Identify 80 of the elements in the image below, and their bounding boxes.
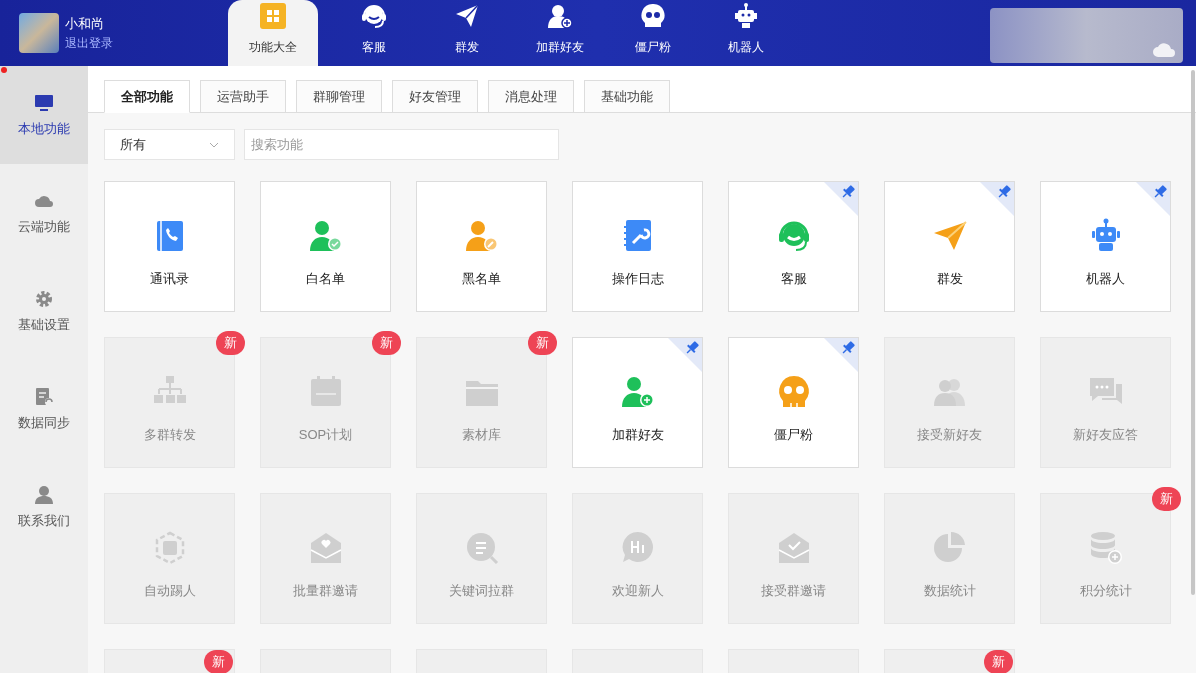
nav-tab[interactable]: 机器人	[699, 0, 792, 66]
card-label: 机器人	[1086, 270, 1125, 288]
feature-card[interactable]: 新	[104, 649, 235, 673]
feature-card[interactable]: 通讯录	[104, 181, 235, 312]
scrollbar[interactable]	[1191, 70, 1195, 595]
card-label: 积分统计	[1079, 582, 1132, 600]
avatar-photo[interactable]	[19, 13, 59, 53]
tab[interactable]: 消息处理	[488, 80, 574, 113]
user-check-icon	[307, 218, 344, 254]
pin-icon[interactable]	[668, 338, 702, 372]
card-label: 接受群邀请	[761, 582, 826, 600]
sidebar-item[interactable]: 基础设置	[0, 262, 88, 360]
logout-link[interactable]: 退出登录	[65, 34, 113, 51]
tab[interactable]: 基础功能	[584, 80, 670, 113]
category-select[interactable]: 所有	[104, 129, 235, 160]
nav-tab[interactable]: 客服	[327, 0, 420, 66]
card-label: 加群好友	[611, 426, 664, 444]
card-label: 客服	[780, 270, 807, 288]
feature-card[interactable]: 群发	[884, 181, 1015, 312]
headset-icon	[360, 3, 387, 29]
grid-icon	[260, 3, 286, 29]
card-label: 数据统计	[923, 582, 976, 600]
feature-card[interactable]: 新	[884, 649, 1015, 673]
new-badge: 新	[204, 650, 233, 673]
sidebar-item[interactable]: 数据同步	[0, 360, 88, 458]
gear-icon	[34, 289, 54, 309]
feature-card[interactable]: 机器人	[1040, 181, 1171, 312]
user-icon	[34, 485, 54, 505]
user-edit-icon	[463, 218, 500, 254]
sidebar-item[interactable]: 本地功能	[0, 66, 88, 164]
pin-icon[interactable]	[824, 338, 858, 372]
card-label: SOP计划	[298, 426, 353, 444]
nav-tab[interactable]: 功能大全	[228, 0, 318, 66]
nav-tab[interactable]: 僵尸粉	[606, 0, 699, 66]
cloud-icon[interactable]	[1152, 42, 1176, 58]
new-badge: 新	[984, 650, 1013, 673]
card-label: 关键词拉群	[449, 582, 514, 600]
tab[interactable]: 运营助手	[200, 80, 286, 113]
user-name: 小和尚	[65, 15, 105, 32]
tab[interactable]: 群聊管理	[296, 80, 382, 113]
nav-tab[interactable]: 加群好友	[513, 0, 606, 66]
search-field[interactable]: 搜索功能	[244, 129, 559, 160]
feature-card[interactable]: 操作日志	[572, 181, 703, 312]
card-label: 自动踢人	[143, 582, 196, 600]
feature-card[interactable]: 白名单	[260, 181, 391, 312]
feature-card[interactable]: 僵尸粉	[728, 337, 859, 468]
tab[interactable]: 好友管理	[392, 80, 478, 113]
new-badge: 新	[1152, 487, 1181, 511]
tab[interactable]: 全部功能	[104, 80, 190, 113]
user-add-icon	[619, 374, 656, 410]
pin-icon[interactable]	[1136, 182, 1170, 216]
pin-icon[interactable]	[980, 182, 1014, 216]
feature-card[interactable]: 客服	[728, 181, 859, 312]
robot-icon	[732, 3, 759, 29]
card-label: 操作日志	[611, 270, 664, 288]
card-label: 黑名单	[462, 270, 501, 288]
card-label: 白名单	[306, 270, 345, 288]
card-label: 僵尸粉	[774, 426, 813, 444]
chevron-down-icon	[209, 141, 219, 148]
card-label: 多群转发	[143, 426, 196, 444]
card-label: 群发	[936, 270, 963, 288]
card-label: 批量群邀请	[293, 582, 358, 600]
card-label: 接受新好友	[917, 426, 982, 444]
new-badge: 新	[372, 331, 401, 355]
sidebar-item[interactable]: 联系我们	[0, 458, 88, 556]
sidebar-item[interactable]: 云端功能	[0, 164, 88, 262]
new-badge: 新	[528, 331, 557, 355]
monitor-icon	[34, 93, 54, 113]
feature-card[interactable]: 黑名单	[416, 181, 547, 312]
add-user-icon	[546, 3, 573, 29]
pin-icon[interactable]	[824, 182, 858, 216]
document-sync-icon	[34, 387, 54, 407]
skull-icon	[639, 3, 666, 29]
card-label: 欢迎新人	[611, 582, 664, 600]
card-label: 素材库	[462, 426, 501, 444]
card-label: 新好友应答	[1073, 426, 1138, 444]
nav-tab[interactable]: 群发	[420, 0, 513, 66]
new-badge: 新	[216, 331, 245, 355]
card-label: 通讯录	[150, 270, 189, 288]
feature-card[interactable]: 加群好友	[572, 337, 703, 468]
